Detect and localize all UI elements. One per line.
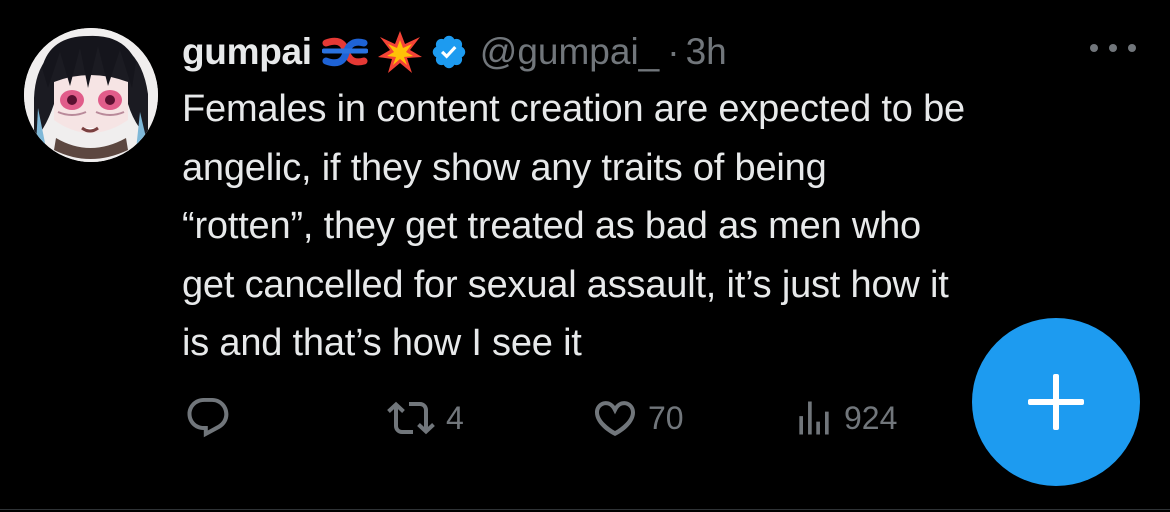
tweet-text-line: Females in content creation are expected… bbox=[182, 88, 965, 130]
tweet-header: gumpai @gumpai_ · 3h bbox=[182, 24, 727, 80]
retweet-button[interactable]: 4 bbox=[384, 392, 464, 444]
reply-button[interactable] bbox=[184, 392, 232, 444]
more-options-icon[interactable] bbox=[1090, 28, 1136, 68]
tweet-text: Females in content creation are expected… bbox=[182, 80, 1142, 373]
heart-icon bbox=[595, 401, 635, 436]
tweet-text-line: “rotten”, they get treated as bad as men… bbox=[182, 205, 921, 247]
knot-icon bbox=[321, 35, 368, 69]
avatar[interactable] bbox=[24, 28, 158, 162]
author-name[interactable]: gumpai bbox=[182, 31, 312, 73]
author-handle[interactable]: @gumpai_ bbox=[480, 31, 660, 73]
tweet-timestamp[interactable]: 3h bbox=[686, 31, 727, 73]
views-icon bbox=[799, 401, 829, 435]
retweet-count: 4 bbox=[446, 399, 464, 436]
views-button[interactable]: 924 bbox=[792, 392, 897, 444]
verified-badge-icon[interactable] bbox=[430, 33, 468, 71]
like-count: 70 bbox=[648, 399, 684, 436]
retweet-icon bbox=[387, 401, 435, 435]
tweet-divider bbox=[0, 509, 1170, 510]
tweet-text-line: get cancelled for sexual assault, it’s j… bbox=[182, 263, 949, 306]
like-button[interactable]: 70 bbox=[590, 392, 684, 444]
tweet-text-line: angelic, if they show any traits of bein… bbox=[182, 146, 827, 189]
collision-icon bbox=[377, 31, 422, 73]
separator-dot: · bbox=[667, 31, 680, 72]
plus-icon bbox=[1028, 374, 1084, 430]
views-count: 924 bbox=[844, 399, 898, 436]
reply-icon bbox=[187, 398, 229, 438]
compose-button[interactable] bbox=[972, 318, 1140, 486]
